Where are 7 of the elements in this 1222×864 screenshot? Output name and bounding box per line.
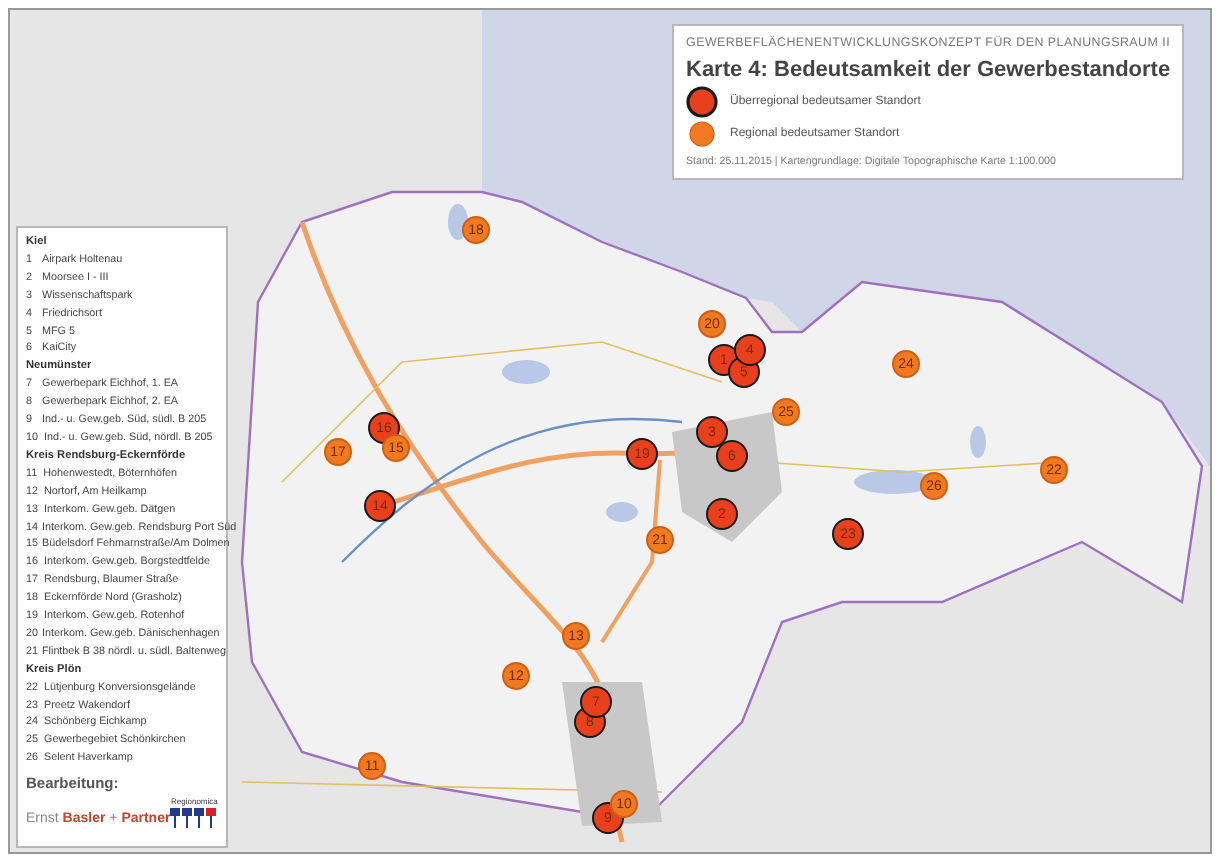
lake <box>606 502 638 522</box>
site-symbol-icon <box>686 117 718 149</box>
map-title: Karte 4: Bedeutsamkeit der Gewerbestandorte <box>686 58 1170 82</box>
partner-logo-icon <box>170 808 219 829</box>
site-symbol-icon <box>686 85 718 117</box>
lake <box>502 360 550 384</box>
lake <box>970 426 986 458</box>
